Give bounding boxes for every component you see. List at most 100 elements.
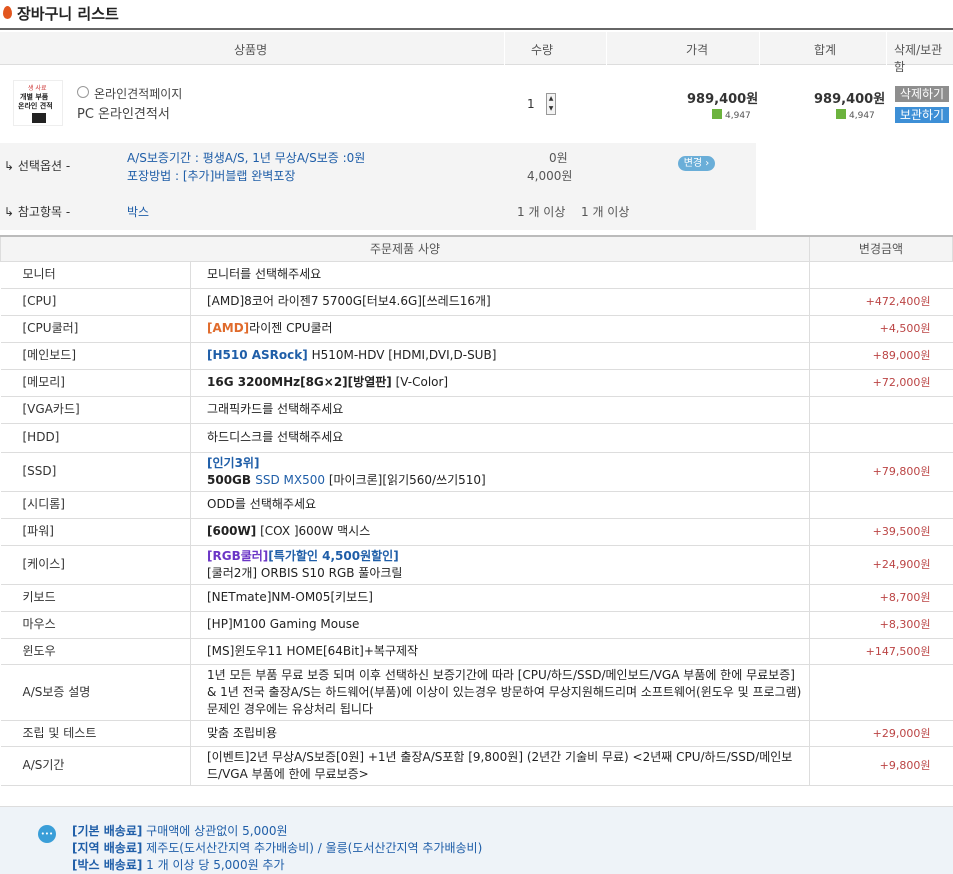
total-point: 4,947	[836, 109, 875, 121]
spec-amount: +39,500원	[809, 518, 953, 546]
spec-value-part: [600W]	[207, 524, 257, 538]
spec-value-part: [특가할인 4,500원할인]	[268, 548, 399, 563]
spec-category: A/S보증 설명	[0, 664, 191, 721]
spec-category: 키보드	[0, 584, 191, 612]
spec-amount: +8,700원	[809, 584, 953, 612]
spec-value: [이벤트]2년 무상A/S보증[0원] +1년 출장A/S포함 [9,800원]…	[190, 746, 810, 786]
spec-value: [MS]윈도우11 HOME[64Bit]+복구제작	[190, 638, 810, 665]
page-title: 장바구니 리스트	[17, 5, 119, 23]
spec-category: [메모리]	[0, 369, 191, 397]
spec-category: [메인보드]	[0, 342, 191, 370]
spec-value-part: H510M-HDV [HDMI,DVI,D-SUB]	[307, 348, 497, 362]
spec-value: [HP]M100 Gaming Mouse	[190, 611, 810, 639]
spec-row: [HDD] 하드디스크를 선택해주세요	[0, 423, 953, 453]
spec-value-part: [NETmate]NM-OM05[키보드]	[207, 590, 373, 604]
spec-amount	[809, 491, 953, 519]
spec-value-part: 라이젠 CPU쿨러	[249, 321, 333, 335]
product-thumbnail[interactable]: 생 사료 개별 부품 온라인 견적	[13, 80, 63, 126]
spec-category: 조립 및 테스트	[0, 720, 191, 747]
mileage-icon	[712, 109, 722, 119]
spec-value-part: [MS]윈도우11 HOME[64Bit]+복구제작	[207, 643, 419, 658]
spec-amount: +4,500원	[809, 315, 953, 343]
spec-value-part: 16G 3200MHz[8G×2][방열판]	[207, 375, 392, 389]
spec-value-part: [HP]M100 Gaming Mouse	[207, 617, 360, 631]
spec-amount: +79,800원	[809, 452, 953, 492]
spec-category: [파워]	[0, 518, 191, 546]
spec-value: 맞춤 조립비용	[190, 720, 810, 747]
spec-value-part: 1년 모든 부품 무료 보증 되며 이후 선택하신 보증기간에 따라 [CPU/…	[207, 667, 802, 716]
spec-value: ODD를 선택해주세요	[190, 491, 810, 519]
spec-value-part: [마이크론][읽기560/쓰기510]	[325, 472, 486, 487]
spec-row: 윈도우 [MS]윈도우11 HOME[64Bit]+복구제작 +147,500원	[0, 638, 953, 665]
reference-value: 박스	[127, 205, 150, 219]
quantity-value[interactable]: 1	[527, 97, 535, 111]
select-option-label: ↳ 선택옵션 -	[4, 159, 71, 173]
chevron-up-icon[interactable]: ▲	[547, 94, 555, 104]
spec-row: [시디롬] ODD를 선택해주세요	[0, 491, 953, 519]
header-price: 가격	[686, 43, 709, 57]
spec-row: [CPU] [AMD]8코어 라이젠7 5700G[터보4.6G][쓰레드16개]…	[0, 288, 953, 316]
spec-value-part: [COX ]600W 맥시스	[256, 524, 371, 538]
mileage-icon	[836, 109, 846, 119]
spec-value-part: ODD를 선택해주세요	[207, 497, 317, 511]
spec-row: [CPU쿨러] [AMD]라이젠 CPU쿨러 +4,500원	[0, 315, 953, 343]
quantity-stepper[interactable]: ▲ ▼	[546, 93, 556, 115]
product-seller[interactable]: 온라인견적페이지	[94, 85, 182, 102]
cart-table-header: 상품명 수량 가격 합계 삭제/보관함	[0, 32, 953, 74]
spec-category: [시디롬]	[0, 491, 191, 519]
shipping-line-basic: [기본 배송료] 구매액에 상관없이 5,000원	[72, 824, 288, 838]
product-total: 989,400원	[814, 92, 886, 107]
reference-label: ↳ 참고항목 -	[4, 205, 71, 219]
spec-value: 모니터를 선택해주세요	[190, 261, 810, 289]
spec-value-part: 하드디스크를 선택해주세요	[207, 430, 344, 444]
spec-value-part: [RGB쿨러]	[207, 548, 269, 563]
spec-row: [파워] [600W] [COX ]600W 맥시스 +39,500원	[0, 518, 953, 546]
title-bar: 장바구니 리스트	[0, 0, 953, 30]
spec-value: [600W] [COX ]600W 맥시스	[190, 518, 810, 546]
spec-value-part: [AMD]	[207, 321, 250, 335]
spec-category: 윈도우	[0, 638, 191, 665]
spec-category: [CPU쿨러]	[0, 315, 191, 343]
spec-value-part: 500GB	[207, 472, 256, 487]
spec-table: 주문제품 사양 변경금액 모니터 모니터를 선택해주세요 [CPU] [AMD]8코어…	[0, 235, 953, 786]
product-name[interactable]: PC 온라인견적서	[77, 103, 170, 122]
spec-category: [VGA카드]	[0, 396, 191, 424]
spec-value: [NETmate]NM-OM05[키보드]	[190, 584, 810, 612]
change-option-button[interactable]: 변경 ›	[678, 156, 715, 171]
spec-header: 주문제품 사양	[0, 235, 810, 262]
spec-amount: +472,400원	[809, 288, 953, 316]
computer-icon	[32, 113, 46, 123]
spec-value: 16G 3200MHz[8G×2][방열판] [V-Color]	[190, 369, 810, 397]
spec-category: [SSD]	[0, 452, 191, 492]
spec-row: [케이스] [RGB쿨러][특가할인 4,500원할인] [쿨러2개] ORBIS …	[0, 545, 953, 585]
spec-amount: +24,900원	[809, 545, 953, 585]
spec-value-part: 맞춤 조립비용	[207, 725, 278, 740]
spec-value-part: [인기3위]	[207, 455, 260, 470]
spec-amount	[809, 423, 953, 453]
spec-amount: +147,500원	[809, 638, 953, 665]
save-button[interactable]: 보관하기	[895, 107, 949, 123]
spec-value-part: [H510 ASRock]	[207, 348, 308, 362]
spec-category: 마우스	[0, 611, 191, 639]
spec-category: A/S기간	[0, 746, 191, 786]
spec-category: 모니터	[0, 261, 191, 289]
shipping-info: ••• [기본 배송료] 구매액에 상관없이 5,000원 [지역 배송료] 제…	[0, 806, 953, 874]
spec-value-part: [이벤트]2년 무상A/S보증[0원] +1년 출장A/S포함 [9,800원]…	[207, 749, 793, 781]
spec-category: [HDD]	[0, 423, 191, 453]
spec-value-part: 그래픽카드를 선택해주세요	[207, 402, 344, 416]
price-point: 4,947	[712, 109, 751, 121]
spec-amount	[809, 664, 953, 721]
delete-button[interactable]: 삭제하기	[895, 86, 949, 102]
reference-qty-1: 1 개 이상	[517, 205, 566, 219]
spec-value: [인기3위] 500GB SSD MX500 [마이크론][읽기560/쓰기510…	[190, 452, 810, 492]
chat-bubble-icon: •••	[38, 825, 56, 843]
spec-amount	[809, 396, 953, 424]
spec-amount: +29,000원	[809, 720, 953, 747]
reference-qty-2: 1 개 이상	[581, 205, 630, 219]
select-option-line2-price: 4,000원	[527, 169, 573, 183]
chevron-down-icon[interactable]: ▼	[547, 104, 555, 114]
title-bullet-icon	[3, 6, 12, 19]
spec-row: 모니터 모니터를 선택해주세요	[0, 261, 953, 289]
spec-value-part: 모니터를 선택해주세요	[207, 267, 322, 281]
spec-row: 마우스 [HP]M100 Gaming Mouse +8,300원	[0, 611, 953, 639]
